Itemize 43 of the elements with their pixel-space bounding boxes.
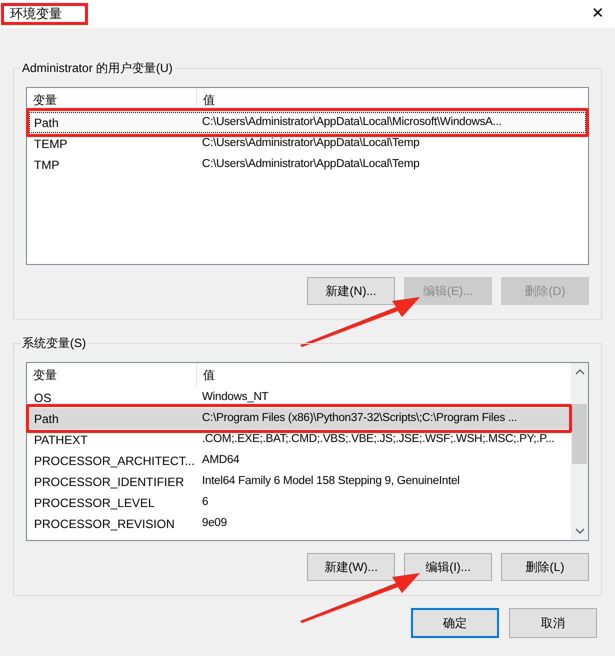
variable-name: OS bbox=[33, 390, 52, 406]
variable-value: Intel64 Family 6 Model 158 Stepping 9, GenuineIntel bbox=[201, 474, 460, 489]
variable-name: PATHEXT bbox=[33, 432, 89, 448]
column-header[interactable]: 变量 bbox=[27, 363, 197, 387]
variable-value: C:\Program Files (x86)\Python37-32\Scripts\;C:\Program Files ... bbox=[201, 410, 518, 426]
variable-name: PROCESSOR_ARCHITECT... bbox=[33, 452, 196, 470]
list-row[interactable]: PROCESSOR_ARCHITECT... AMD64 bbox=[29, 450, 569, 471]
variable-value: C:\Users\Administrator\AppData\Local\Temp bbox=[201, 136, 420, 151]
scrollbar-thumb[interactable] bbox=[572, 404, 587, 464]
variable-value: 6 bbox=[201, 494, 208, 510]
variable-name: Path bbox=[33, 114, 60, 132]
variable-value: 9e09 bbox=[201, 516, 227, 531]
variable-value: Windows_NT bbox=[201, 390, 268, 405]
scrollbar[interactable] bbox=[571, 363, 588, 540]
list-row[interactable]: OS Windows_NT bbox=[29, 387, 569, 408]
close-button[interactable]: ✕ bbox=[581, 0, 615, 28]
variable-value: AMD64 bbox=[201, 452, 240, 468]
dialog-button[interactable]: 新建(W)... bbox=[307, 553, 395, 581]
variable-name: PROCESSOR_IDENTIFIER bbox=[33, 474, 186, 490]
variable-name: Path bbox=[33, 410, 60, 428]
group-label: Administrator 的用户变量(U) bbox=[20, 59, 175, 77]
variable-value: C:\Users\Administrator\AppData\Local\Microsoft\WindowsA... bbox=[201, 114, 502, 130]
list-row[interactable]: PROCESSOR_IDENTIFIER Intel64 Family 6 Model 158 Stepping 9, GenuineIntel bbox=[29, 471, 569, 492]
dialog-button[interactable]: 确定 bbox=[411, 608, 499, 638]
list-row[interactable]: TEMP C:\Users\Administrator\AppData\Local\Temp bbox=[29, 133, 586, 154]
variable-value: C:\Users\Administrator\AppData\Local\Temp bbox=[201, 156, 420, 172]
dialog-button[interactable]: 取消 bbox=[509, 608, 597, 638]
group-label: 系统变量(S) bbox=[20, 334, 88, 352]
dialog-button[interactable]: 编辑(I)... bbox=[404, 553, 492, 581]
variable-name: TMP bbox=[33, 156, 60, 174]
dialog-button[interactable]: 新建(N)... bbox=[307, 277, 395, 305]
window-title: 环境变量 bbox=[1, 3, 88, 25]
list-row[interactable]: PROCESSOR_REVISION 9e09 bbox=[29, 513, 569, 534]
variable-name: PROCESSOR_REVISION bbox=[33, 516, 176, 532]
list-row[interactable]: PATHEXT .COM;.EXE;.BAT;.CMD;.VBS;.VBE;.JS;.JSE;.WSF;.WSH;.MSC;.PY;.P... bbox=[29, 429, 569, 450]
column-header[interactable]: 值 bbox=[197, 88, 588, 112]
variable-name: TEMP bbox=[33, 136, 68, 152]
list-row[interactable]: TMP C:\Users\Administrator\AppData\Local\Temp bbox=[29, 154, 586, 175]
dialog-button[interactable]: 删除(L) bbox=[501, 553, 589, 581]
column-header[interactable]: 值 bbox=[197, 363, 571, 387]
variable-value: .COM;.EXE;.BAT;.CMD;.VBS;.VBE;.JS;.JSE;.WSF;.WSH;.MSC;.PY;.P... bbox=[201, 432, 554, 447]
variable-name: PROCESSOR_LEVEL bbox=[33, 494, 156, 512]
list-row[interactable]: PROCESSOR_LEVEL 6 bbox=[29, 492, 569, 513]
